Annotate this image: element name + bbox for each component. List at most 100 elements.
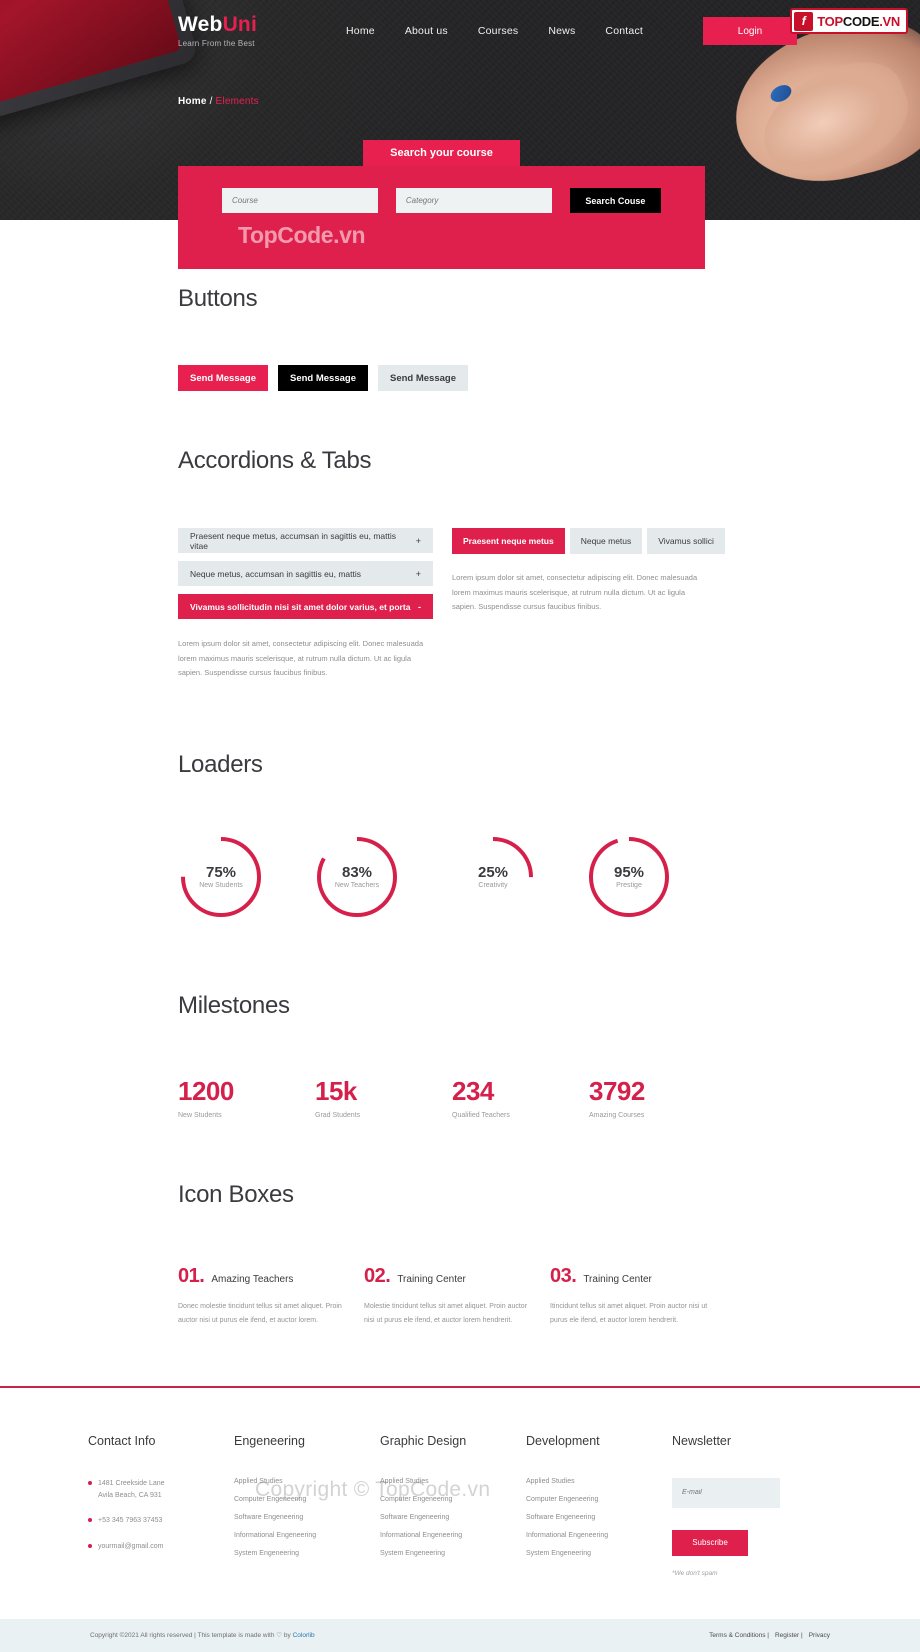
loader-percent: 95% [613, 864, 645, 882]
contact-address: 1481 Creekside Lane Avila Beach, CA 931 [88, 1478, 234, 1503]
contact-phone-text[interactable]: +53 345 7963 37453 [98, 1517, 162, 1524]
register-link[interactable]: Register | [775, 1632, 803, 1639]
accordion-item-1[interactable]: Praesent neque metus, accumsan in sagitt… [178, 528, 433, 553]
newsletter-note: *We don't spam [672, 1569, 718, 1577]
course-input[interactable] [222, 188, 378, 213]
icon-box-number: 03. [550, 1264, 577, 1287]
newsletter-email-input[interactable] [672, 1477, 780, 1508]
footer-link-software-engeneering[interactable]: Software Engeneering [526, 1514, 672, 1521]
loader-percent: 83% [341, 864, 373, 882]
copyright-text: Copyright ©2021 All rights reserved | Th… [90, 1631, 315, 1639]
footer-link-software-engeneering[interactable]: Software Engeneering [380, 1514, 526, 1521]
accordions-tabs-grid: Praesent neque metus, accumsan in sagitt… [178, 528, 742, 681]
footer-link-system-engeneering[interactable]: System Engeneering [526, 1550, 672, 1557]
minus-icon: - [418, 601, 421, 612]
footer-development-column: Development Applied Studies Computer Eng… [526, 1434, 672, 1577]
send-message-dark-button[interactable]: Send Message [278, 365, 368, 391]
progress-ring-icon: 75% New Students [178, 834, 264, 920]
plus-icon: + [415, 535, 421, 546]
colorlib-link[interactable]: Colorlib [293, 1632, 315, 1639]
contact-phone: +53 345 7963 37453 [88, 1515, 234, 1527]
search-course-button[interactable]: Search Couse [569, 188, 661, 213]
footer-link-informational-engeneering[interactable]: Informational Engeneering [380, 1532, 526, 1539]
footer-link-software-engeneering[interactable]: Software Engeneering [234, 1514, 380, 1521]
footer-link-computer-engeneering[interactable]: Computer Engeneering [526, 1496, 672, 1503]
accordion-panel-body: Lorem ipsum dolor sit amet, consectetur … [178, 639, 424, 678]
footer-link-system-engeneering[interactable]: System Engeneering [380, 1550, 526, 1557]
breadcrumb-home[interactable]: Home [178, 96, 207, 107]
loader-label: Creativity [478, 882, 508, 890]
nav-item-about[interactable]: About us [405, 25, 448, 37]
loader-creativity: 25% Creativity [450, 834, 586, 926]
loaders-section: Loaders 75% New Students 83% New Teacher… [0, 681, 920, 926]
tab-praesent-neque-metus[interactable]: Praesent neque metus [452, 528, 565, 554]
tab-vivamus-sollici[interactable]: Vivamus sollici [647, 528, 725, 554]
loader-label: Prestige [616, 882, 642, 890]
footer-link-computer-engeneering[interactable]: Computer Engeneering [380, 1496, 526, 1503]
milestones-section: Milestones 1200 New Students 15k Grad St… [0, 926, 920, 1119]
nav-item-news[interactable]: News [548, 25, 575, 37]
breadcrumb-separator: / [209, 96, 213, 107]
progress-ring-icon: 25% Creativity [450, 834, 536, 920]
footer-link-applied-studies[interactable]: Applied Studies [234, 1478, 380, 1485]
tab-neque-metus[interactable]: Neque metus [569, 528, 643, 554]
logo-tagline: Learn From the Best [178, 39, 255, 48]
icon-box-header: 01. Amazing Teachers [178, 1265, 342, 1288]
send-message-light-button[interactable]: Send Message [378, 365, 468, 391]
accordion-item-2[interactable]: Neque metus, accumsan in sagittis eu, ma… [178, 561, 433, 586]
footer-newsletter-title: Newsletter [672, 1433, 732, 1448]
icon-box-header: 03. Training Center [550, 1265, 714, 1288]
footer-link-applied-studies[interactable]: Applied Studies [380, 1478, 526, 1485]
loader-new-teachers: 83% New Teachers [314, 834, 450, 926]
login-button[interactable]: Login [703, 17, 797, 45]
location-dot-icon [88, 1480, 92, 1485]
loaders-section-title: Loaders [178, 750, 263, 778]
phone-dot-icon [88, 1518, 92, 1523]
footer-legal-links: Terms & Conditions | Register | Privacy [709, 1632, 830, 1639]
footer-columns: Contact Info 1481 Creekside Lane Avila B… [88, 1434, 860, 1577]
icon-boxes-row: 01. Amazing Teachers Donec molestie tinc… [178, 1265, 742, 1328]
footer-link-computer-engeneering[interactable]: Computer Engeneering [234, 1496, 380, 1503]
footer-graphic-design-title: Graphic Design [380, 1433, 467, 1448]
progress-ring-icon: 95% Prestige [586, 834, 672, 920]
logo-text: WebUni [178, 14, 328, 35]
topcode-badge-text: TOPCODE.VN [817, 14, 900, 29]
icon-box-number: 02. [364, 1264, 391, 1287]
accordion-item-3[interactable]: Vivamus sollicitudin nisi sit amet dolor… [178, 594, 433, 619]
footer-link-informational-engeneering[interactable]: Informational Engeneering [234, 1532, 380, 1539]
subscribe-button[interactable]: Subscribe [672, 1529, 748, 1556]
badge-code-text: CODE [842, 13, 880, 29]
contact-email-text[interactable]: yourmail@gmail.com [98, 1543, 163, 1550]
tabs-row: Praesent neque metus Neque metus Vivamus… [452, 528, 725, 554]
milestone-number: 234 [452, 1075, 494, 1106]
milestone-label: Amazing Courses [589, 1111, 645, 1119]
footer-link-applied-studies[interactable]: Applied Studies [526, 1478, 672, 1485]
mail-dot-icon [88, 1543, 92, 1548]
nav-item-courses[interactable]: Courses [478, 25, 519, 37]
logo[interactable]: WebUni Learn From the Best [178, 14, 328, 48]
loader-percent: 25% [477, 864, 509, 882]
breadcrumb: Home / Elements [178, 96, 920, 107]
footer-link-system-engeneering[interactable]: System Engeneering [234, 1550, 380, 1557]
milestones-section-title: Milestones [178, 991, 290, 1019]
icon-boxes-section-title: Icon Boxes [178, 1180, 294, 1208]
milestones-row: 1200 New Students 15k Grad Students 234 … [178, 1076, 742, 1119]
footer-link-informational-engeneering[interactable]: Informational Engeneering [526, 1532, 672, 1539]
nav-item-contact[interactable]: Contact [605, 25, 643, 37]
plus-icon: + [415, 568, 421, 579]
loader-percent: 75% [205, 864, 237, 882]
tab-panel-body: Lorem ipsum dolor sit amet, consectetur … [452, 573, 698, 612]
footer-newsletter-column: Newsletter Subscribe *We don't spam [672, 1434, 842, 1577]
loader-label: New Students [199, 882, 243, 890]
send-message-primary-button[interactable]: Send Message [178, 365, 268, 391]
search-panel-body: Search Couse TopCode.vn [178, 166, 705, 269]
privacy-link[interactable]: Privacy [809, 1632, 830, 1639]
navbar: WebUni Learn From the Best Home About us… [0, 0, 920, 48]
accordions-tabs-section: Accordions & Tabs Praesent neque metus, … [0, 391, 920, 681]
logo-uni: Uni [222, 13, 257, 36]
category-input[interactable] [395, 188, 552, 213]
footer-contact-title: Contact Info [88, 1433, 156, 1448]
terms-conditions-link[interactable]: Terms & Conditions | [709, 1632, 769, 1639]
nav-item-home[interactable]: Home [346, 25, 375, 37]
search-panel-tab[interactable]: Search your course [363, 140, 520, 166]
